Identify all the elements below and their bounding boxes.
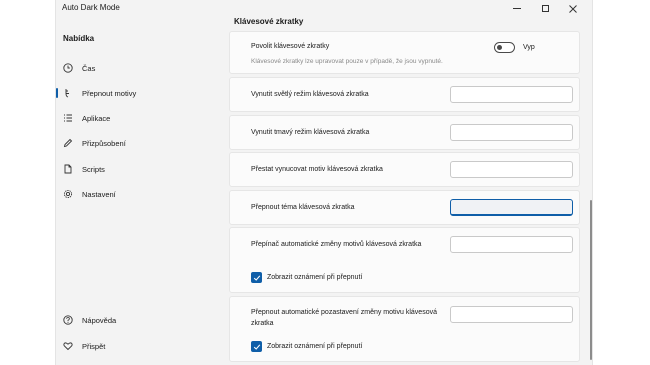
sidebar-item-label: Nápověda <box>82 315 117 325</box>
document-icon <box>62 163 74 175</box>
enable-shortcuts-card: Povolit klávesové zkratky Klávesové zkra… <box>229 31 580 74</box>
sidebar-item-label: Přepnout motivy <box>82 88 137 98</box>
sidebar-item-label: Čas <box>82 63 96 73</box>
check-icon <box>253 274 260 281</box>
sidebar-item-label: Scripts <box>82 164 105 174</box>
shortcut-input-toggle-theme[interactable] <box>450 199 573 216</box>
sidebar-item-napoveda[interactable]: Nápověda <box>56 309 221 331</box>
shortcut-card-force-dark: Vynutit tmavý režim klávesová zkratka <box>229 115 580 150</box>
sidebar-item-prispet[interactable]: Přispět <box>56 335 221 357</box>
toggle-knob <box>497 45 502 50</box>
scrollbar[interactable] <box>590 200 592 360</box>
shortcut-label: Vynutit tmavý režim klávesová zkratka <box>251 129 370 136</box>
shortcut-label: Přepínač automatické změny motivů kláves… <box>251 241 422 248</box>
sidebar-item-label: Aplikace <box>82 113 111 123</box>
shortcut-card-stop-forcing: Přestat vynucovat motiv klávesová zkratk… <box>229 152 580 187</box>
shortcut-card-auto-pause: Přepnout automatické pozastavení změny m… <box>229 296 580 362</box>
sidebar: Nabídka Čas Přepnout motivy Aplikace Při… <box>56 17 228 365</box>
shortcut-label: Přepnout automatické pozastavení změny m… <box>251 309 437 327</box>
brush-icon <box>62 87 74 99</box>
shortcut-card-force-light: Vynutit světlý režim klávesová zkratka <box>229 77 580 112</box>
notify-checkbox-auto-pause[interactable] <box>251 341 262 352</box>
list-icon <box>62 112 74 124</box>
active-indicator <box>56 88 58 98</box>
heart-icon <box>62 340 74 352</box>
sidebar-item-scripts[interactable]: Scripts <box>56 158 221 180</box>
window-title: Auto Dark Mode <box>62 3 120 12</box>
toggle-state-label: Vyp <box>523 44 535 51</box>
shortcut-label: Přepnout téma klávesová zkratka <box>251 204 355 211</box>
page-title: Klávesové zkratky <box>234 17 304 26</box>
notify-checkbox-auto-switch[interactable] <box>251 272 262 283</box>
sidebar-item-label: Přizpůsobení <box>82 138 126 148</box>
sidebar-item-label: Přispět <box>82 341 106 351</box>
sidebar-item-label: Nastavení <box>82 189 116 199</box>
enable-shortcuts-description: Klávesové zkratky lze upravovat pouze v … <box>251 58 443 65</box>
gear-icon <box>62 188 74 200</box>
shortcut-label: Vynutit světlý režim klávesová zkratka <box>251 91 369 98</box>
shortcut-input-stop-forcing[interactable] <box>450 161 573 178</box>
shortcut-input-auto-switch[interactable] <box>450 236 573 253</box>
sidebar-item-aplikace[interactable]: Aplikace <box>56 107 221 129</box>
sidebar-item-prizpusobeni[interactable]: Přizpůsobení <box>56 132 221 154</box>
clock-icon <box>62 62 74 74</box>
shortcut-input-auto-pause[interactable] <box>450 306 573 323</box>
pen-icon <box>62 137 74 149</box>
notify-label-auto-switch: Zobrazit oznámení při přepnutí <box>267 274 363 281</box>
check-icon <box>253 343 260 350</box>
app-window: Auto Dark Mode Nabídka Čas Přepnout moti… <box>55 0 593 365</box>
help-icon <box>62 314 74 326</box>
shortcut-card-toggle-theme: Přepnout téma klávesová zkratka <box>229 190 580 225</box>
shortcut-input-force-light[interactable] <box>450 86 573 103</box>
sidebar-item-prepnout-motivy[interactable]: Přepnout motivy <box>56 82 221 104</box>
enable-shortcuts-label: Povolit klávesové zkratky <box>251 43 330 50</box>
sidebar-item-cas[interactable]: Čas <box>56 57 221 79</box>
shortcut-input-force-dark[interactable] <box>450 124 573 141</box>
sidebar-item-nastaveni[interactable]: Nastavení <box>56 183 221 205</box>
shortcut-card-auto-switch: Přepínač automatické změny motivů kláves… <box>229 227 580 293</box>
notify-label-auto-pause: Zobrazit oznámení při přepnutí <box>267 343 363 350</box>
content-area: Klávesové zkratky Povolit klávesové zkra… <box>229 0 592 365</box>
sidebar-title: Nabídka <box>63 34 95 43</box>
enable-shortcuts-toggle[interactable] <box>494 42 515 53</box>
shortcut-label: Přestat vynucovat motiv klávesová zkratk… <box>251 166 383 173</box>
